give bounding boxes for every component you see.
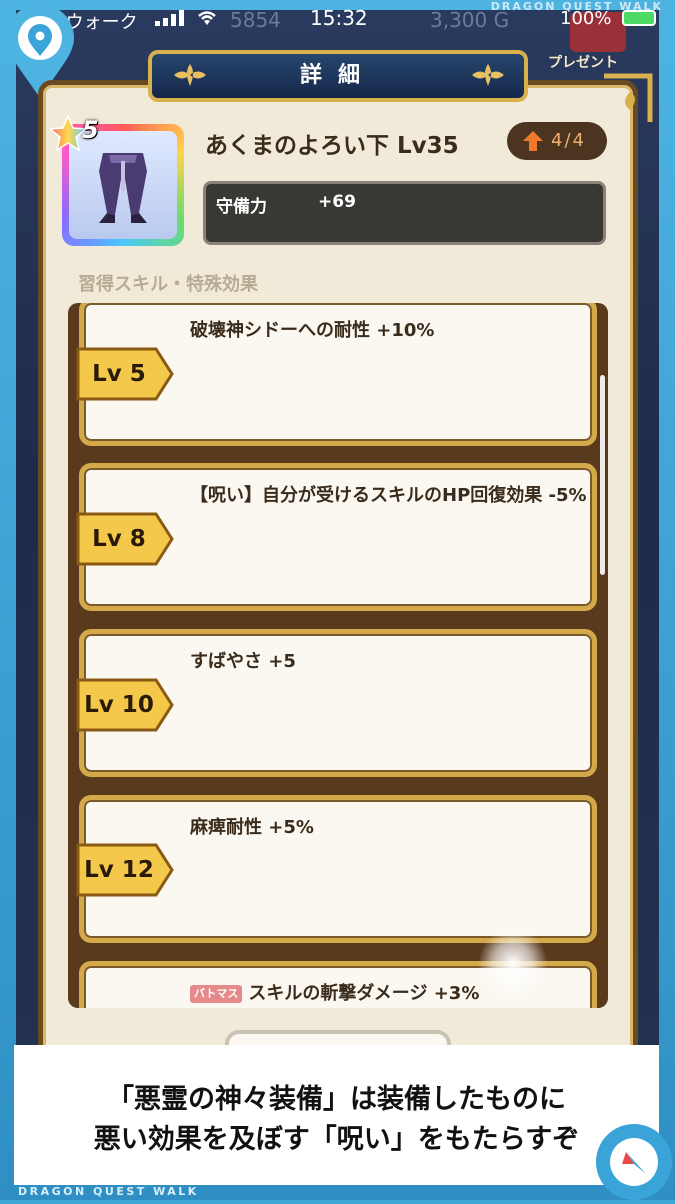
skill-list[interactable]: 破壊神シドーへの耐性 +10% 【呪い】自分が受けるスキルのHP回復効果 -5%… <box>68 303 608 1008</box>
signal-icon <box>155 10 184 26</box>
fleur-right-icon <box>472 64 504 86</box>
brand-logo-top: DRAGON QUEST WALK <box>490 0 663 13</box>
stat-label-defense: 守備力 <box>216 197 267 217</box>
arrow-up-icon <box>523 131 543 151</box>
rarity-star-count: 5 <box>82 116 99 144</box>
scrollbar[interactable] <box>600 375 605 575</box>
stat-value-defense: +69 <box>318 192 356 212</box>
level-label: Lv 10 <box>84 692 154 718</box>
section-label-skills: 習得スキル・特殊効果 <box>78 274 258 295</box>
stat-box: 守備力 +69 <box>203 181 606 245</box>
wifi-icon <box>198 11 216 25</box>
compass-icon <box>610 1138 658 1186</box>
rainbow-star-icon <box>50 114 88 152</box>
level-tag: Lv 5 <box>76 346 174 402</box>
skill-description: 麻痺耐性 +5% <box>190 817 314 838</box>
skill-description: 破壊神シドーへの耐性 +10% <box>190 320 435 341</box>
caption-line-2: 悪い効果を及ぼす「呪い」をもたらすぞ <box>93 1124 580 1155</box>
corner-ornament-icon <box>604 73 653 122</box>
level-label: Lv 8 <box>92 526 146 552</box>
level-label: Lv 5 <box>92 361 146 387</box>
level-label: Lv 12 <box>84 857 154 883</box>
item-name: あくまのよろい下 Lv35 <box>205 133 459 159</box>
compass-button[interactable] <box>596 1124 672 1200</box>
battle-master-tag: バトマス <box>190 985 243 1003</box>
fleur-left-icon <box>174 64 206 86</box>
skill-description: 【呪い】自分が受けるスキルのHP回復効果 -5% <box>190 485 587 506</box>
tap-glow <box>478 928 548 998</box>
level-tag: Lv 8 <box>76 511 174 567</box>
level-tag: Lv 12 <box>76 842 174 898</box>
status-bar: ◀ DQウォーク 15:32 100% DRAGON QUEST WALK <box>0 0 675 36</box>
skill-description-text: スキルの斬撃ダメージ +3% <box>248 983 480 1004</box>
skill-description: すばやさ +5 <box>190 651 296 672</box>
brand-logo-bottom: DRAGON QUEST WALK <box>18 1185 199 1198</box>
present-label[interactable]: プレゼント <box>548 52 618 72</box>
clock: 15:32 <box>310 6 368 30</box>
caption-line-1: 「悪霊の神々装備」は装備したものに <box>107 1084 566 1115</box>
caption-box: 「悪霊の神々装備」は装備したものに 悪い効果を及ぼす「呪い」をもたらすぞ <box>14 1045 659 1185</box>
level-tag: Lv 10 <box>76 677 174 733</box>
